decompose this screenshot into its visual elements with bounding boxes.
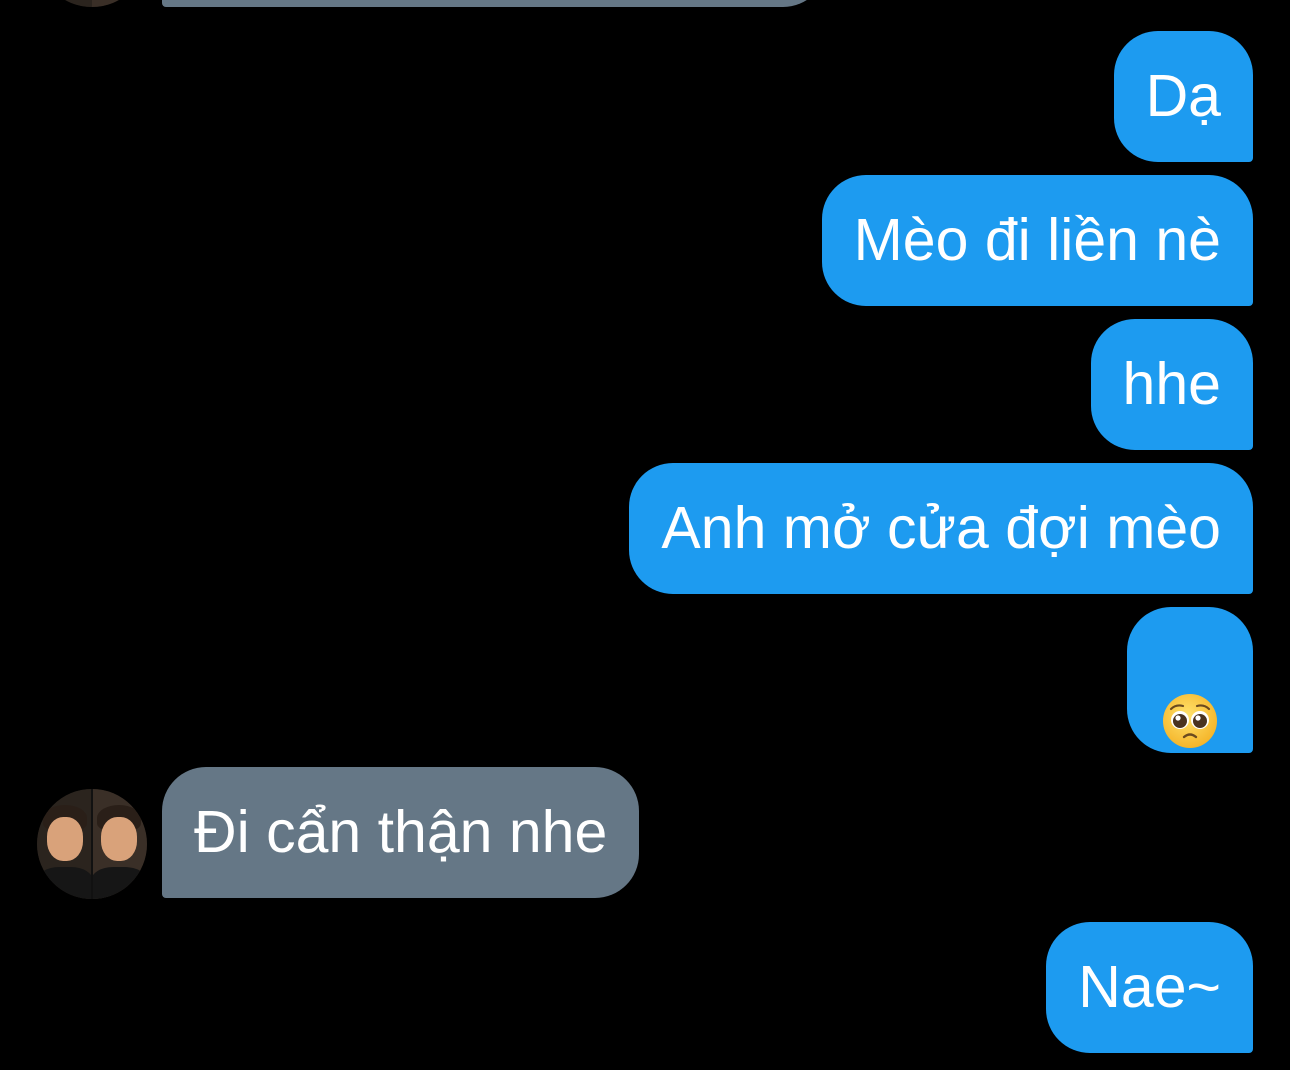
message-bubble-received[interactable]: Đi cẩn thận nhe — [162, 767, 640, 898]
message-text: Anh mở cửa đợi mèo — [661, 495, 1221, 561]
message-bubble-sent-emoji[interactable] — [1127, 607, 1253, 753]
chat-thread: Dạ Mèo đi liền nè hhe Anh mở cửa đợi mèo — [0, 0, 1290, 1070]
contact-avatar[interactable] — [37, 789, 147, 899]
message-bubble-sent[interactable]: hhe — [1090, 319, 1253, 450]
message-bubble-sent[interactable]: Dạ — [1113, 31, 1253, 162]
contact-avatar-partial[interactable] — [37, 0, 147, 7]
message-text: Mèo đi liền nè — [853, 207, 1221, 273]
message-bubble-sent[interactable]: Mèo đi liền nè — [821, 175, 1253, 306]
message-text: Dạ — [1145, 63, 1221, 129]
message-bubble-sent[interactable]: Anh mở cửa đợi mèo — [629, 463, 1253, 594]
message-bubble-sent[interactable]: Nae~ — [1046, 922, 1253, 1053]
message-text: Đi cẩn thận nhe — [194, 799, 608, 865]
message-text: hhe — [1122, 351, 1221, 417]
pleading-face-icon — [1162, 656, 1218, 749]
message-bubble-received-partial[interactable] — [162, 0, 827, 7]
message-text: Nae~ — [1078, 954, 1221, 1020]
